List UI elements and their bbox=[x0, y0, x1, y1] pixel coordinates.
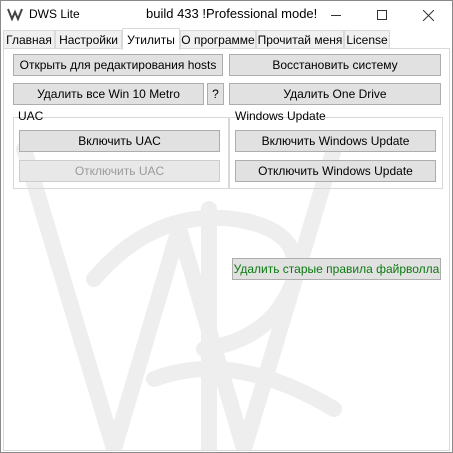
close-icon bbox=[422, 9, 434, 21]
restore-system-button[interactable]: Восстановить систему bbox=[229, 54, 441, 76]
close-button[interactable] bbox=[405, 1, 451, 29]
remove-metro-apps-button[interactable]: Удалить все Win 10 Metro bbox=[13, 83, 204, 105]
tab-strip: Главная Настройки Утилиты О программе Пр… bbox=[3, 28, 452, 50]
disable-uac-button[interactable]: Отключить UAC bbox=[19, 160, 220, 182]
open-hosts-button[interactable]: Открыть для редактирования hosts bbox=[13, 54, 223, 76]
build-title: build 433 !Professional mode! bbox=[146, 6, 318, 21]
window-title: DWS Lite bbox=[29, 7, 80, 21]
help-button[interactable]: ? bbox=[207, 83, 224, 105]
minimize-button[interactable] bbox=[313, 1, 359, 29]
disable-windows-update-button[interactable]: Отключить Windows Update bbox=[235, 160, 436, 182]
maximize-icon bbox=[377, 10, 387, 20]
minimize-icon bbox=[331, 14, 341, 16]
tab-readme[interactable]: Прочитай меня bbox=[256, 30, 344, 49]
enable-uac-button[interactable]: Включить UAC bbox=[19, 130, 220, 152]
app-logo-icon bbox=[7, 8, 23, 21]
app-window: DWS Lite build 433 !Professional mode! Г… bbox=[0, 0, 453, 453]
uac-group-label: UAC bbox=[18, 109, 44, 123]
tab-settings[interactable]: Настройки bbox=[55, 30, 122, 49]
maximize-button[interactable] bbox=[359, 1, 405, 29]
tab-license[interactable]: License bbox=[344, 30, 390, 49]
tab-main[interactable]: Главная bbox=[3, 30, 55, 49]
tab-about[interactable]: О программе bbox=[180, 30, 256, 49]
tab-utilities[interactable]: Утилиты bbox=[122, 28, 180, 50]
enable-windows-update-button[interactable]: Включить Windows Update bbox=[235, 130, 436, 152]
remove-onedrive-button[interactable]: Удалить One Drive bbox=[229, 83, 441, 105]
windows-update-group-label: Windows Update bbox=[235, 109, 326, 123]
utilities-panel: Открыть для редактирования hosts Восстан… bbox=[3, 48, 450, 451]
remove-firewall-rules-button[interactable]: Удалить старые правила файрволла bbox=[232, 258, 441, 280]
title-bar[interactable]: DWS Lite build 433 !Professional mode! bbox=[1, 1, 452, 29]
watermark-logo-icon bbox=[16, 141, 342, 450]
